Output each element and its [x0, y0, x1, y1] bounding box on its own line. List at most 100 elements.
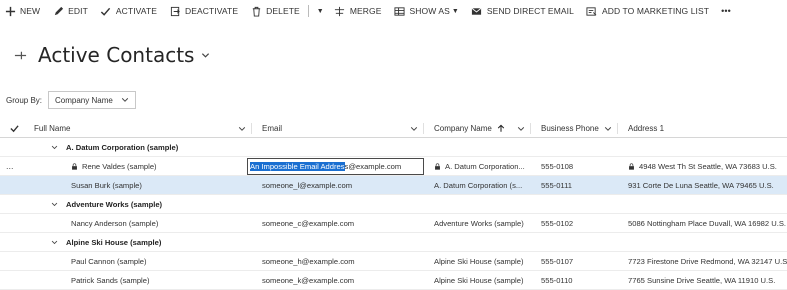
chevron-down-icon[interactable]	[51, 201, 58, 208]
pin-icon[interactable]	[14, 48, 28, 62]
address-cell[interactable]: 5086 Nottingham Place Duvall, WA 16982 U…	[618, 214, 787, 232]
send-direct-email-button[interactable]: SEND DIRECT EMAIL	[471, 0, 574, 22]
row-more-icon[interactable]: ...	[0, 157, 29, 175]
column-header-company-name[interactable]: Company Name	[424, 119, 531, 137]
column-header-address-1[interactable]: Address 1	[618, 119, 787, 137]
full-name-cell[interactable]: Nancy Anderson (sample)	[29, 214, 252, 232]
edit-button[interactable]: EDIT	[52, 0, 88, 22]
group-name[interactable]: A. Datum Corporation (sample)	[29, 138, 529, 156]
lock-icon	[71, 162, 78, 170]
new-button[interactable]: NEW	[4, 0, 40, 22]
email-selected-text: An Impossible Email Addres	[250, 162, 345, 171]
add-to-marketing-list-button[interactable]: ADD TO MARKETING LIST	[586, 0, 709, 22]
row-selector[interactable]	[0, 271, 29, 289]
column-header-business-phone[interactable]: Business Phone	[531, 119, 618, 137]
full-name-text: Patrick Sands (sample)	[71, 275, 150, 285]
deactivate-button[interactable]: DEACTIVATE	[169, 0, 238, 22]
email-cell[interactable]: someone_l@example.com	[252, 176, 424, 194]
address-text: 5086 Nottingham Place Duvall, WA 16982 U…	[628, 218, 787, 228]
grid-header: Full Name Email Company Name Business Ph…	[0, 119, 787, 138]
email-text: someone_k@example.com	[262, 275, 355, 285]
business-phone-cell[interactable]: 555-0107	[531, 252, 618, 270]
group-by-label: Group By:	[6, 95, 43, 105]
group-header-row[interactable]: Alpine Ski House (sample)	[0, 233, 787, 252]
row-selector	[0, 195, 29, 213]
chevron-down-icon[interactable]	[51, 144, 58, 151]
merge-label: MERGE	[349, 6, 382, 16]
column-label: Email	[262, 123, 283, 133]
chevron-down-icon[interactable]	[51, 239, 58, 246]
group-label: A. Datum Corporation (sample)	[66, 142, 179, 152]
company-name-cell[interactable]: Alpine Ski House (sample)	[424, 252, 531, 270]
company-name-cell[interactable]: Adventure Works (sample)	[424, 214, 531, 232]
business-phone-cell[interactable]: 555-0108	[531, 157, 618, 175]
group-name[interactable]: Alpine Ski House (sample)	[29, 233, 529, 251]
activate-button[interactable]: ACTIVATE	[100, 0, 157, 22]
chevron-down-icon[interactable]	[201, 51, 210, 60]
email-cell[interactable]: someone_c@example.com	[252, 214, 424, 232]
column-label: Business Phone	[541, 123, 599, 133]
email-text: someone_c@example.com	[262, 218, 355, 228]
address-cell[interactable]: 7765 Sunsine Drive Seattle, WA 11910 U.S…	[618, 271, 787, 289]
group-header-row[interactable]: A. Datum Corporation (sample)	[0, 138, 787, 157]
activate-label: ACTIVATE	[115, 6, 158, 16]
full-name-cell[interactable]: Susan Burk (sample)	[29, 176, 252, 194]
delete-dropdown-button[interactable]: ▼	[315, 0, 324, 22]
column-label: Full Name	[34, 123, 71, 133]
email-text: someone_h@example.com	[262, 256, 355, 266]
row-selector[interactable]	[0, 176, 29, 194]
show-as-label: SHOW AS	[409, 6, 450, 16]
group-by-control: Group By: Company Name	[6, 91, 136, 109]
full-name-cell[interactable]: Patrick Sands (sample)	[29, 271, 252, 289]
company-name-text: A. Datum Corporation...	[445, 161, 525, 171]
chevron-down-icon[interactable]	[604, 125, 612, 133]
merge-icon	[334, 5, 346, 17]
company-name-cell[interactable]: A. Datum Corporation (s...	[424, 176, 531, 194]
group-by-select[interactable]: Company Name	[48, 91, 136, 109]
table-row[interactable]: ... Rene Valdes (sample) A. Datum Corpor…	[0, 157, 787, 176]
group-name[interactable]: Adventure Works (sample)	[29, 195, 529, 213]
business-phone-cell[interactable]: 555-0102	[531, 214, 618, 232]
company-name-cell[interactable]: Alpine Ski House (sample)	[424, 271, 531, 289]
chevron-down-icon: ▼	[451, 7, 459, 15]
chevron-down-icon[interactable]	[410, 125, 418, 133]
pencil-icon	[52, 5, 64, 17]
full-name-cell[interactable]: Paul Cannon (sample)	[29, 252, 252, 270]
contacts-grid: Full Name Email Company Name Business Ph…	[0, 119, 787, 290]
lock-icon	[628, 162, 635, 170]
table-row[interactable]: Paul Cannon (sample) someone_h@example.c…	[0, 252, 787, 271]
address-cell[interactable]: 4948 West Th St Seattle, WA 73683 U.S.	[618, 157, 787, 175]
merge-button[interactable]: MERGE	[334, 0, 382, 22]
more-commands-button[interactable]: •••	[721, 0, 731, 22]
table-row[interactable]: Susan Burk (sample) someone_l@example.co…	[0, 176, 787, 195]
company-name-text: Alpine Ski House (sample)	[434, 275, 524, 285]
email-edit-input[interactable]: An Impossible Email Addres s@example.com	[247, 158, 424, 175]
business-phone-cell[interactable]: 555-0110	[531, 271, 618, 289]
select-all-checkbox[interactable]	[0, 119, 29, 137]
show-as-button[interactable]: SHOW AS ▼	[394, 0, 459, 22]
chevron-down-icon	[121, 96, 129, 104]
email-cell[interactable]: someone_k@example.com	[252, 271, 424, 289]
edit-label: EDIT	[68, 6, 88, 16]
full-name-cell[interactable]: Rene Valdes (sample)	[29, 157, 252, 175]
email-text: someone_l@example.com	[262, 180, 353, 190]
company-name-cell[interactable]: A. Datum Corporation...	[424, 157, 531, 175]
table-row[interactable]: Patrick Sands (sample) someone_k@example…	[0, 271, 787, 290]
column-header-full-name[interactable]: Full Name	[29, 119, 252, 137]
address-text: 931 Corte De Luna Seattle, WA 79465 U.S.	[628, 180, 774, 190]
page-title[interactable]: Active Contacts	[38, 43, 194, 67]
row-selector[interactable]	[0, 214, 29, 232]
company-name-text: Alpine Ski House (sample)	[434, 256, 524, 266]
group-header-row[interactable]: Adventure Works (sample)	[0, 195, 787, 214]
address-cell[interactable]: 931 Corte De Luna Seattle, WA 79465 U.S.	[618, 176, 787, 194]
row-selector[interactable]	[0, 252, 29, 270]
chevron-down-icon[interactable]	[517, 125, 525, 133]
chevron-down-icon[interactable]	[238, 125, 246, 133]
column-header-email[interactable]: Email	[252, 119, 424, 137]
email-cell[interactable]: someone_h@example.com	[252, 252, 424, 270]
delete-button[interactable]: DELETE	[250, 0, 300, 22]
business-phone-cell[interactable]: 555-0111	[531, 176, 618, 194]
table-row[interactable]: Nancy Anderson (sample) someone_c@exampl…	[0, 214, 787, 233]
group-label: Adventure Works (sample)	[66, 199, 163, 209]
address-cell[interactable]: 7723 Firestone Drive Redmond, WA 32147 U…	[618, 252, 787, 270]
